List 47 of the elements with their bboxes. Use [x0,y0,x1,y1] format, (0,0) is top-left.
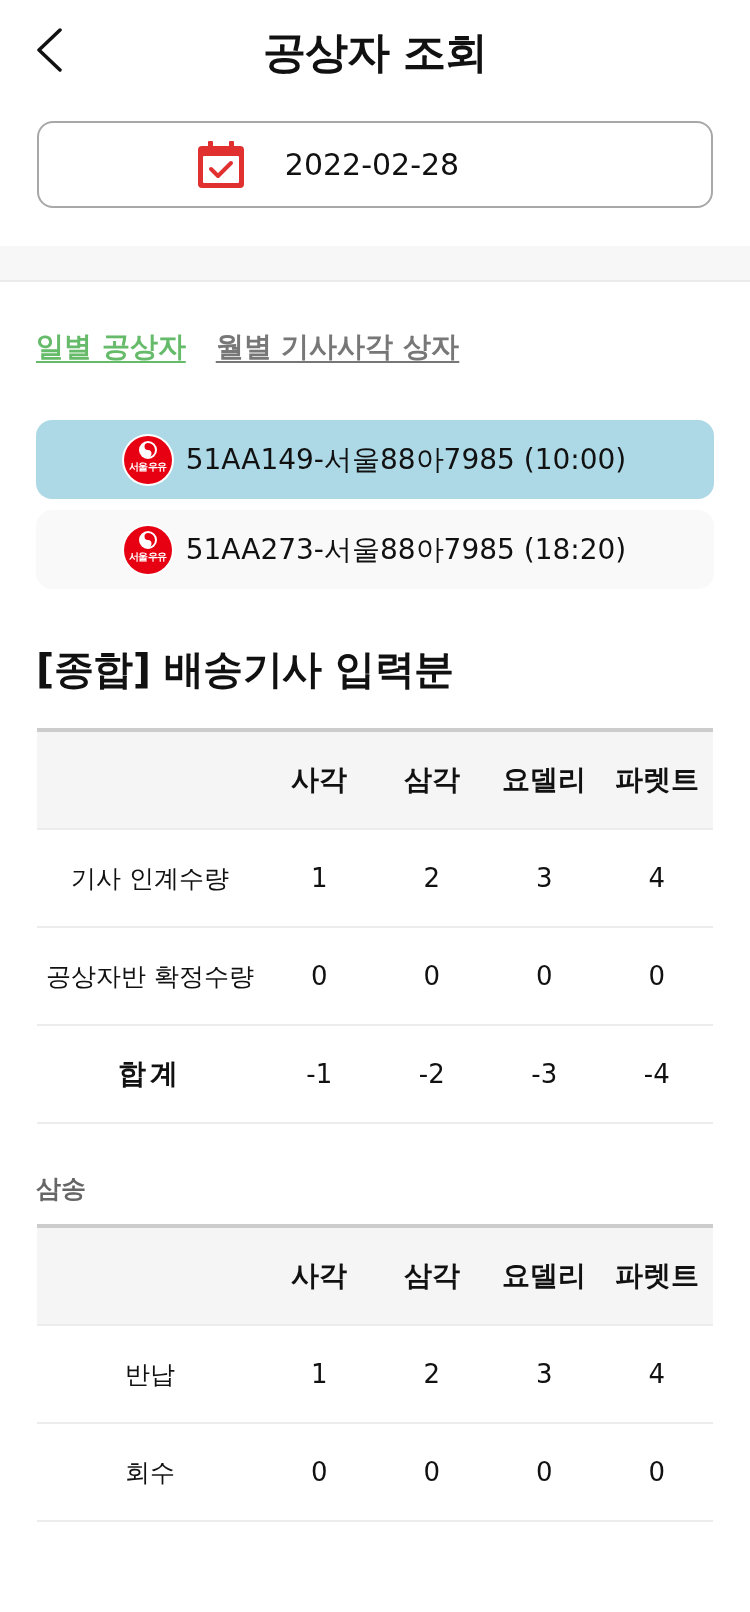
table-cell-text: 3 [534,863,554,893]
calendar-check-icon [196,140,245,189]
swirl-icon [138,440,157,459]
table-cell-text: 0 [422,1457,441,1487]
table-cell-text: 0 [309,961,329,991]
truck-item[interactable]: 서울우유 51AA149-서울88아7985 (10:00) [36,420,714,499]
row-label: 회수 [124,1456,176,1489]
logo-text: 서울우유 [129,550,167,563]
table-cell-text: -2 [417,1059,446,1089]
table-cell-text: 0 [309,1457,329,1487]
column-header: 파렛트 [613,762,700,798]
section-title: 삼송 [36,1173,86,1205]
table-cell-text: 3 [534,1359,554,1389]
logo-text: 서울우유 [129,460,167,473]
swirl-icon [138,530,157,549]
table-cell-text: -3 [530,1059,559,1089]
table-cell-text: -1 [305,1059,334,1089]
table-cell-text: 2 [422,863,441,893]
column-header: 삼각 [402,762,461,798]
table-cell-text: 1 [309,1359,329,1389]
column-header: 요델리 [501,1258,588,1294]
column-header: 사각 [290,762,349,798]
column-header: 삼각 [402,1258,461,1294]
back-chevron-icon [36,28,62,72]
table-cell-text: -4 [642,1059,671,1089]
column-header: 사각 [290,1258,349,1294]
table-cell-text: 4 [647,1359,666,1389]
table-cell-text: 1 [309,863,329,893]
date-value: 2022-02-28 [284,145,460,184]
row-label: 반납 [124,1358,176,1391]
column-header: 파렛트 [613,1258,700,1294]
row-label: 공상자반 확정수량 [45,960,255,993]
row-label: 기사 인계수량 [70,862,230,895]
date-picker[interactable]: 2022-02-28 [37,121,713,208]
table-cell-text: 0 [534,961,554,991]
table-cell-text: 4 [647,863,666,893]
table-cell-text: 0 [534,1457,554,1487]
table-cell-text: 0 [647,961,666,991]
column-header: 요델리 [501,762,588,798]
page-title: 공상자 조회 [263,26,487,79]
table-cell-text: 2 [422,1359,441,1389]
tab[interactable]: 월별 기사사각 상자 [215,327,460,367]
table-cell-text: 0 [422,961,441,991]
truck-item[interactable]: 서울우유 51AA273-서울88아7985 (18:20) [36,510,714,589]
table-cell-text: 0 [647,1457,666,1487]
row-label: 합계 [117,1056,183,1092]
section-title: [종합] 배송기사 입력분 [36,645,454,694]
